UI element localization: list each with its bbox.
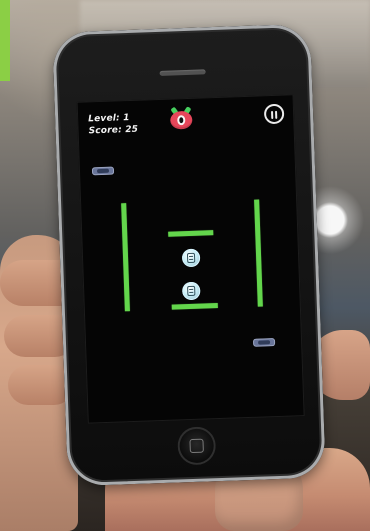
red-monster-icon (168, 106, 195, 132)
small-capsule-icon (252, 338, 276, 347)
bottom-paddle (171, 303, 218, 310)
monster-eye-icon (177, 115, 186, 126)
left-paddle (121, 203, 130, 312)
small-capsule-icon (91, 166, 115, 176)
home-button[interactable] (177, 426, 217, 466)
ball-symbol-icon (186, 252, 196, 264)
light-blue-ball-icon (181, 281, 201, 301)
green-background-corner (0, 0, 10, 81)
light-blue-ball-icon (181, 248, 201, 268)
monster-pupil-icon (179, 117, 184, 124)
pause-button[interactable] (263, 103, 285, 125)
hud: Level: 1 Score: 25 (88, 112, 138, 138)
phone-speaker (159, 69, 206, 76)
pause-icon (271, 110, 274, 120)
game-screen: Level: 1 Score: 25 (76, 94, 305, 424)
score-label: Score: 25 (88, 124, 139, 137)
pause-icon (275, 110, 278, 119)
game-photo: Level: 1 Score: 25 (0, 0, 370, 531)
home-button-square-icon (189, 438, 204, 454)
monster-body-icon (169, 110, 193, 130)
phone: Level: 1 Score: 25 (52, 23, 326, 487)
top-paddle (168, 230, 214, 237)
right-paddle (254, 199, 263, 307)
ball-symbol-icon (187, 285, 196, 297)
